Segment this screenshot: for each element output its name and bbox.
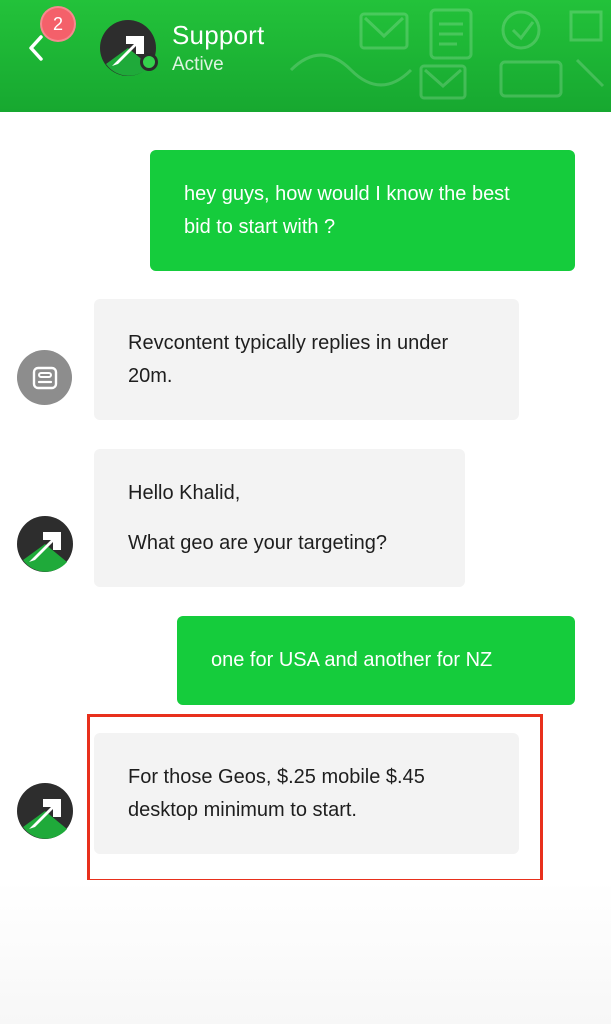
bot-icon xyxy=(32,366,57,389)
page-title: Support xyxy=(172,20,265,50)
unread-count-badge: 2 xyxy=(40,6,76,42)
message-text: Revcontent typically replies in under 20… xyxy=(128,331,449,387)
message-text: For those Geos, $.25 mobile $.45 desktop… xyxy=(128,765,425,821)
bot-avatar xyxy=(17,350,72,405)
message-text: hey guys, how would I know the best bid … xyxy=(184,182,510,238)
online-status-dot xyxy=(140,53,158,71)
chevron-left-icon xyxy=(29,35,43,61)
message-bubble-outgoing[interactable]: hey guys, how would I know the best bid … xyxy=(150,150,575,271)
status-text: Active xyxy=(172,54,224,75)
chat-bottom-area xyxy=(0,880,611,1024)
message-bubble-outgoing[interactable]: one for USA and another for NZ xyxy=(177,616,575,705)
message-bubble-incoming[interactable]: Revcontent typically replies in under 20… xyxy=(94,299,519,420)
message-bubble-incoming[interactable]: For those Geos, $.25 mobile $.45 desktop… xyxy=(94,733,519,854)
message-bubble-incoming[interactable]: Hello Khalid, What geo are your targetin… xyxy=(94,449,465,587)
message-text: Hello Khalid, xyxy=(128,481,241,504)
agent-avatar xyxy=(17,516,73,572)
message-text: What geo are your targeting? xyxy=(128,531,388,554)
chat-header: 2 Support Active xyxy=(0,0,611,112)
agent-avatar xyxy=(17,783,73,839)
message-text: one for USA and another for NZ xyxy=(211,649,493,671)
header-pattern xyxy=(289,8,605,100)
